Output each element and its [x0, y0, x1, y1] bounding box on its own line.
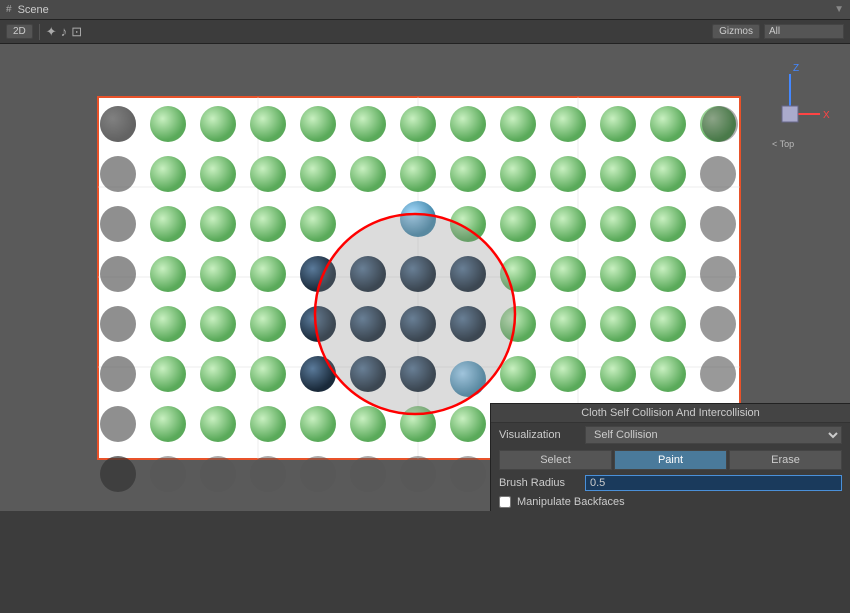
brush-tabs: Select Paint Erase	[491, 447, 850, 473]
visualization-select[interactable]: Self Collision	[585, 426, 842, 444]
toolbar: 2D ✦ ♪ ⊡ Gizmos	[0, 20, 850, 44]
gizmos-button[interactable]: Gizmos	[712, 24, 760, 39]
brush-radius-input[interactable]: 0.5	[585, 475, 842, 491]
tab-paint[interactable]: Paint	[614, 450, 727, 470]
visualization-row: Visualization Self Collision	[491, 423, 850, 447]
toolbar-right: Gizmos	[712, 24, 844, 39]
sun-icon[interactable]: ✦	[46, 24, 57, 40]
mode-2d-button[interactable]: 2D	[6, 24, 33, 39]
cloth-panel: Cloth Self Collision And Intercollision …	[490, 403, 850, 511]
toolbar-separator	[39, 24, 40, 40]
svg-text:< Top: < Top	[772, 139, 794, 149]
tab-select[interactable]: Select	[499, 450, 612, 470]
scene-icon: #	[6, 4, 12, 15]
svg-text:Z: Z	[793, 63, 799, 74]
window-title: Scene	[18, 4, 49, 16]
scene-view: Z X < Top Cloth Self Collision And Inter…	[0, 44, 850, 511]
camera-icon[interactable]: ⊡	[71, 24, 82, 40]
visualization-label: Visualization	[499, 429, 579, 441]
search-input[interactable]	[764, 24, 844, 39]
tab-erase[interactable]: Erase	[729, 450, 842, 470]
manipulate-backfaces-row: Manipulate Backfaces	[491, 493, 850, 511]
panel-title: Cloth Self Collision And Intercollision	[491, 404, 850, 423]
expand-icon[interactable]: ▼	[834, 4, 844, 15]
manipulate-backfaces-checkbox[interactable]	[499, 496, 511, 508]
title-bar: # Scene ▼	[0, 0, 850, 20]
brush-radius-label: Brush Radius	[499, 477, 579, 489]
manipulate-backfaces-label: Manipulate Backfaces	[517, 496, 625, 508]
svg-text:X: X	[823, 110, 830, 121]
speaker-icon[interactable]: ♪	[61, 24, 68, 39]
brush-radius-row: Brush Radius 0.5	[491, 473, 850, 493]
